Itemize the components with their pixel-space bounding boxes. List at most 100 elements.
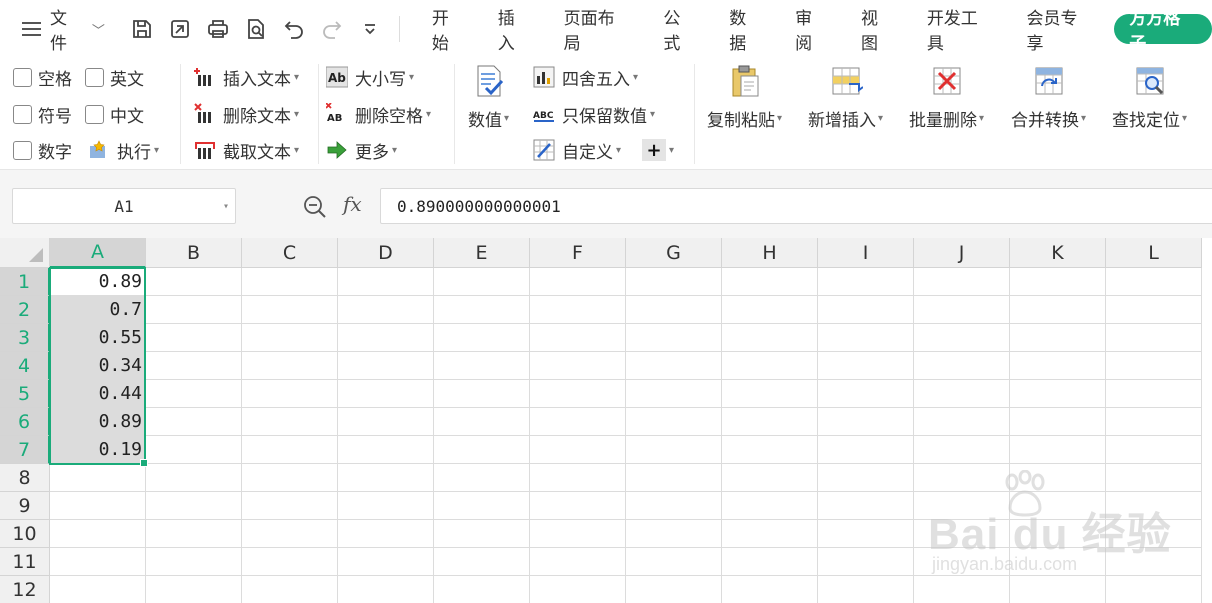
column-header-f[interactable]: F [530, 238, 626, 268]
cell-f12[interactable] [530, 576, 626, 603]
tab-page-layout[interactable]: 页面布局 [548, 9, 648, 54]
cell-f11[interactable] [530, 548, 626, 576]
select-all-button[interactable] [0, 238, 50, 268]
add-button[interactable]: + ▾ [642, 135, 674, 165]
extract-text-button[interactable]: 截取文本 ▾ [194, 135, 299, 165]
cell-j4[interactable] [914, 352, 1010, 380]
cell-j3[interactable] [914, 324, 1010, 352]
cell-f3[interactable] [530, 324, 626, 352]
cell-b8[interactable] [146, 464, 242, 492]
tab-data[interactable]: 数据 [713, 9, 779, 54]
tab-insert[interactable]: 插入 [482, 9, 548, 54]
checkbox-symbol[interactable]: 符号 [13, 99, 72, 129]
cell-f10[interactable] [530, 520, 626, 548]
cell-h10[interactable] [722, 520, 818, 548]
cell-f2[interactable] [530, 296, 626, 324]
insert-new-button[interactable]: 新增插入 ▾ [808, 64, 883, 131]
column-header-i[interactable]: I [818, 238, 914, 268]
cell-g7[interactable] [626, 436, 722, 464]
cell-h4[interactable] [722, 352, 818, 380]
cell-b2[interactable] [146, 296, 242, 324]
save-button[interactable] [123, 11, 161, 47]
cell-c7[interactable] [242, 436, 338, 464]
cell-f9[interactable] [530, 492, 626, 520]
cell-g10[interactable] [626, 520, 722, 548]
column-header-h[interactable]: H [722, 238, 818, 268]
cell-d1[interactable] [338, 268, 434, 296]
cell-l1[interactable] [1106, 268, 1202, 296]
checkbox-chinese[interactable]: 中文 [85, 99, 144, 129]
cell-e6[interactable] [434, 408, 530, 436]
cell-d3[interactable] [338, 324, 434, 352]
cell-k1[interactable] [1010, 268, 1106, 296]
delete-text-button[interactable]: 删除文本 ▾ [194, 99, 299, 129]
cell-c9[interactable] [242, 492, 338, 520]
cell-h6[interactable] [722, 408, 818, 436]
cell-g8[interactable] [626, 464, 722, 492]
cell-l12[interactable] [1106, 576, 1202, 603]
cell-k5[interactable] [1010, 380, 1106, 408]
case-button[interactable]: Ab 大小写 ▾ [325, 62, 414, 92]
cell-h2[interactable] [722, 296, 818, 324]
checkbox-box[interactable] [85, 67, 104, 87]
cell-c10[interactable] [242, 520, 338, 548]
cell-h7[interactable] [722, 436, 818, 464]
checkbox-box[interactable] [13, 104, 32, 124]
tab-formulas[interactable]: 公式 [647, 9, 713, 54]
cell-g12[interactable] [626, 576, 722, 603]
batch-delete-button[interactable]: 批量删除 ▾ [909, 64, 984, 131]
cell-e1[interactable] [434, 268, 530, 296]
cell-i7[interactable] [818, 436, 914, 464]
row-header-2[interactable]: 2 [0, 296, 50, 324]
cell-c4[interactable] [242, 352, 338, 380]
cell-l7[interactable] [1106, 436, 1202, 464]
cell-k6[interactable] [1010, 408, 1106, 436]
cell-g5[interactable] [626, 380, 722, 408]
cell-e9[interactable] [434, 492, 530, 520]
tab-review[interactable]: 审阅 [779, 9, 845, 54]
cell-l3[interactable] [1106, 324, 1202, 352]
row-header-11[interactable]: 11 [0, 548, 50, 576]
row-header-3[interactable]: 3 [0, 324, 50, 352]
cell-d7[interactable] [338, 436, 434, 464]
row-header-6[interactable]: 6 [0, 408, 50, 436]
cell-g3[interactable] [626, 324, 722, 352]
cell-a8[interactable] [50, 464, 146, 492]
cell-d9[interactable] [338, 492, 434, 520]
cell-a1[interactable]: 0.89 [50, 268, 146, 296]
cell-d12[interactable] [338, 576, 434, 603]
cell-a3[interactable]: 0.55 [50, 324, 146, 352]
row-header-5[interactable]: 5 [0, 380, 50, 408]
cell-i4[interactable] [818, 352, 914, 380]
column-header-c[interactable]: C [242, 238, 338, 268]
cell-g2[interactable] [626, 296, 722, 324]
cell-a5[interactable]: 0.44 [50, 380, 146, 408]
cell-e8[interactable] [434, 464, 530, 492]
cell-a10[interactable] [50, 520, 146, 548]
checkbox-box[interactable] [85, 104, 104, 124]
tab-view[interactable]: 视图 [845, 9, 911, 54]
cell-c11[interactable] [242, 548, 338, 576]
cell-e12[interactable] [434, 576, 530, 603]
caret-down-icon[interactable]: ▾ [223, 201, 229, 212]
cell-j2[interactable] [914, 296, 1010, 324]
redo-button[interactable] [313, 11, 351, 47]
column-header-a[interactable]: A [50, 238, 146, 268]
export-button[interactable] [161, 11, 199, 47]
more-ops-button[interactable]: 更多 ▾ [326, 135, 397, 165]
tab-home[interactable]: 开始 [416, 9, 482, 54]
cell-a4[interactable]: 0.34 [50, 352, 146, 380]
cell-k12[interactable] [1010, 576, 1106, 603]
cell-h5[interactable] [722, 380, 818, 408]
cell-e7[interactable] [434, 436, 530, 464]
column-header-j[interactable]: J [914, 238, 1010, 268]
print-preview-button[interactable] [237, 11, 275, 47]
cell-j5[interactable] [914, 380, 1010, 408]
cell-j7[interactable] [914, 436, 1010, 464]
cell-i6[interactable] [818, 408, 914, 436]
tab-developer[interactable]: 开发工具 [911, 9, 1011, 54]
cell-j12[interactable] [914, 576, 1010, 603]
tab-member[interactable]: 会员专享 [1011, 9, 1111, 54]
cell-b3[interactable] [146, 324, 242, 352]
undo-button[interactable] [275, 11, 313, 47]
